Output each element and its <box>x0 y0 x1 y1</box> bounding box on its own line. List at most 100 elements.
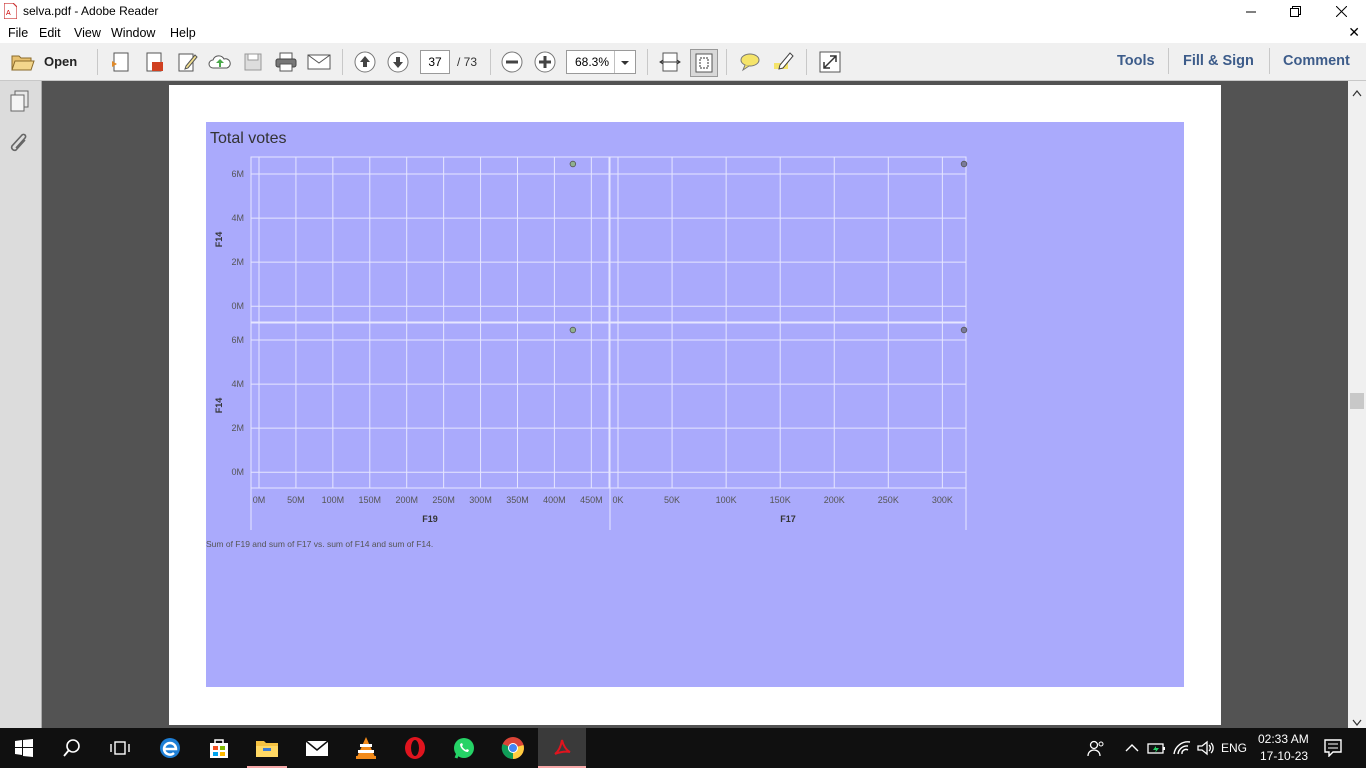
fit-page-icon[interactable] <box>690 49 718 77</box>
file-explorer-icon[interactable] <box>243 728 291 768</box>
panel-border <box>609 156 967 323</box>
chart-container: Total votes 0M 2M 4M 6M F14 0M 2M 4M 6M F14 0M 50M 1… <box>206 122 1184 687</box>
vlc-icon[interactable] <box>342 728 390 768</box>
menu-bar: File Edit View Window Help ✕ <box>0 23 1366 43</box>
navigation-pane <box>0 81 42 728</box>
next-page-icon[interactable] <box>385 49 411 75</box>
title-bar: A selva.pdf - Adobe Reader <box>0 0 1366 23</box>
start-icon[interactable] <box>0 728 48 768</box>
document-viewport[interactable]: Total votes 0M 2M 4M 6M F14 0M 2M 4M 6M F14 0M 50M 1… <box>42 81 1348 728</box>
previous-page-icon[interactable] <box>352 49 378 75</box>
highlight-text-icon[interactable] <box>770 49 796 75</box>
menu-help[interactable]: Help <box>170 26 196 40</box>
search-icon[interactable] <box>48 728 96 768</box>
chevron-up-icon[interactable] <box>1125 741 1139 756</box>
create-pdf-icon[interactable] <box>108 49 134 75</box>
close-document-icon[interactable]: ✕ <box>1348 24 1360 41</box>
toolbar-separator <box>342 49 343 75</box>
x-tick-label: 400M <box>543 495 566 505</box>
opera-icon[interactable] <box>391 728 439 768</box>
edge-icon[interactable] <box>146 728 194 768</box>
tools-link[interactable]: Tools <box>1117 53 1155 69</box>
minimize-button[interactable] <box>1228 0 1274 23</box>
svg-text:A: A <box>6 10 11 17</box>
y-tick-label: 2M <box>231 423 244 433</box>
store-icon[interactable] <box>195 728 243 768</box>
x-tick-label: 250M <box>432 495 455 505</box>
print-icon[interactable] <box>273 49 299 75</box>
export-pdf-icon[interactable] <box>141 49 167 75</box>
panel-border <box>250 156 610 323</box>
task-view-icon[interactable] <box>96 728 144 768</box>
x-tick-label: 150K <box>770 495 791 505</box>
x-tick-label: 0K <box>612 495 623 505</box>
toolbar-separator <box>726 49 727 75</box>
chevron-down-icon[interactable] <box>614 51 635 73</box>
toolbar-separator <box>97 49 98 75</box>
zoom-value: 68.3% <box>575 55 610 69</box>
upload-cloud-icon[interactable] <box>207 49 233 75</box>
x-tick-label: 50K <box>664 495 680 505</box>
notifications-icon[interactable] <box>1324 739 1342 760</box>
y-tick-label: 4M <box>231 213 244 223</box>
pdf-page: Total votes 0M 2M 4M 6M F14 0M 2M 4M 6M F14 0M 50M 1… <box>169 85 1221 725</box>
open-button[interactable]: Open <box>44 54 77 69</box>
mail-icon[interactable] <box>293 728 341 768</box>
chrome-icon[interactable] <box>489 728 537 768</box>
comment-note-icon[interactable] <box>737 49 763 75</box>
menu-view[interactable]: View <box>74 26 101 40</box>
page-number-input[interactable]: 37 <box>420 50 450 74</box>
menu-window[interactable]: Window <box>111 26 155 40</box>
y-axis-label: F14 <box>214 232 224 248</box>
people-icon[interactable] <box>1087 739 1105 760</box>
x-tick-label: 50M <box>287 495 305 505</box>
zoom-select[interactable]: 68.3% <box>566 50 636 74</box>
edit-pdf-icon[interactable] <box>174 49 200 75</box>
open-folder-icon[interactable] <box>10 49 36 75</box>
fill-sign-link[interactable]: Fill & Sign <box>1183 53 1254 69</box>
clock-date[interactable]: 17-10-23 <box>1260 749 1308 763</box>
zoom-out-icon[interactable] <box>499 49 525 75</box>
toolbar-separator <box>490 49 491 75</box>
fit-width-icon[interactable] <box>657 49 683 75</box>
x-tick-label: 450M <box>580 495 603 505</box>
wifi-icon[interactable] <box>1172 738 1192 759</box>
menu-edit[interactable]: Edit <box>39 26 61 40</box>
clock-time[interactable]: 02:33 AM <box>1258 732 1309 746</box>
zoom-in-icon[interactable] <box>532 49 558 75</box>
scroll-up-icon[interactable] <box>1352 85 1362 100</box>
attachments-icon[interactable] <box>8 133 32 160</box>
comment-link[interactable]: Comment <box>1283 53 1350 69</box>
page-total: / 73 <box>457 55 478 69</box>
volume-icon[interactable] <box>1196 739 1214 760</box>
toolbar-separator <box>806 49 807 75</box>
scatter-plot: 0M 2M 4M 6M F14 0M 2M 4M 6M F14 0M 50M 100M 150M 200M 2… <box>214 156 968 530</box>
data-point <box>960 160 968 168</box>
scroll-thumb[interactable] <box>1350 393 1364 409</box>
toolbar-separator <box>1269 48 1270 74</box>
panel-border <box>250 322 610 489</box>
y-tick-label: 0M <box>231 467 244 477</box>
x-tick-label: 350M <box>506 495 529 505</box>
close-window-button[interactable] <box>1318 0 1364 23</box>
data-point <box>569 160 577 168</box>
save-icon[interactable] <box>240 49 266 75</box>
x-tick-label: 200K <box>824 495 845 505</box>
whatsapp-icon[interactable] <box>440 728 488 768</box>
y-tick-label: 2M <box>231 257 244 267</box>
restore-button[interactable] <box>1272 0 1318 23</box>
y-tick-label: 0M <box>231 301 244 311</box>
email-icon[interactable] <box>306 49 332 75</box>
chart-caption: Sum of F19 and sum of F17 vs. sum of F14… <box>206 539 434 549</box>
x-tick-label: 100M <box>322 495 345 505</box>
menu-file[interactable]: File <box>8 26 28 40</box>
adobe-reader-icon[interactable] <box>538 728 586 768</box>
language-indicator[interactable]: ENG <box>1221 741 1247 755</box>
battery-icon[interactable] <box>1147 739 1167 760</box>
x-tick-label: 0M <box>253 495 266 505</box>
y-tick-label: 4M <box>231 379 244 389</box>
x-tick-label: 300K <box>932 495 953 505</box>
full-screen-icon[interactable] <box>817 49 843 75</box>
vertical-scrollbar[interactable] <box>1348 81 1366 728</box>
page-thumbnails-icon[interactable] <box>8 89 32 116</box>
